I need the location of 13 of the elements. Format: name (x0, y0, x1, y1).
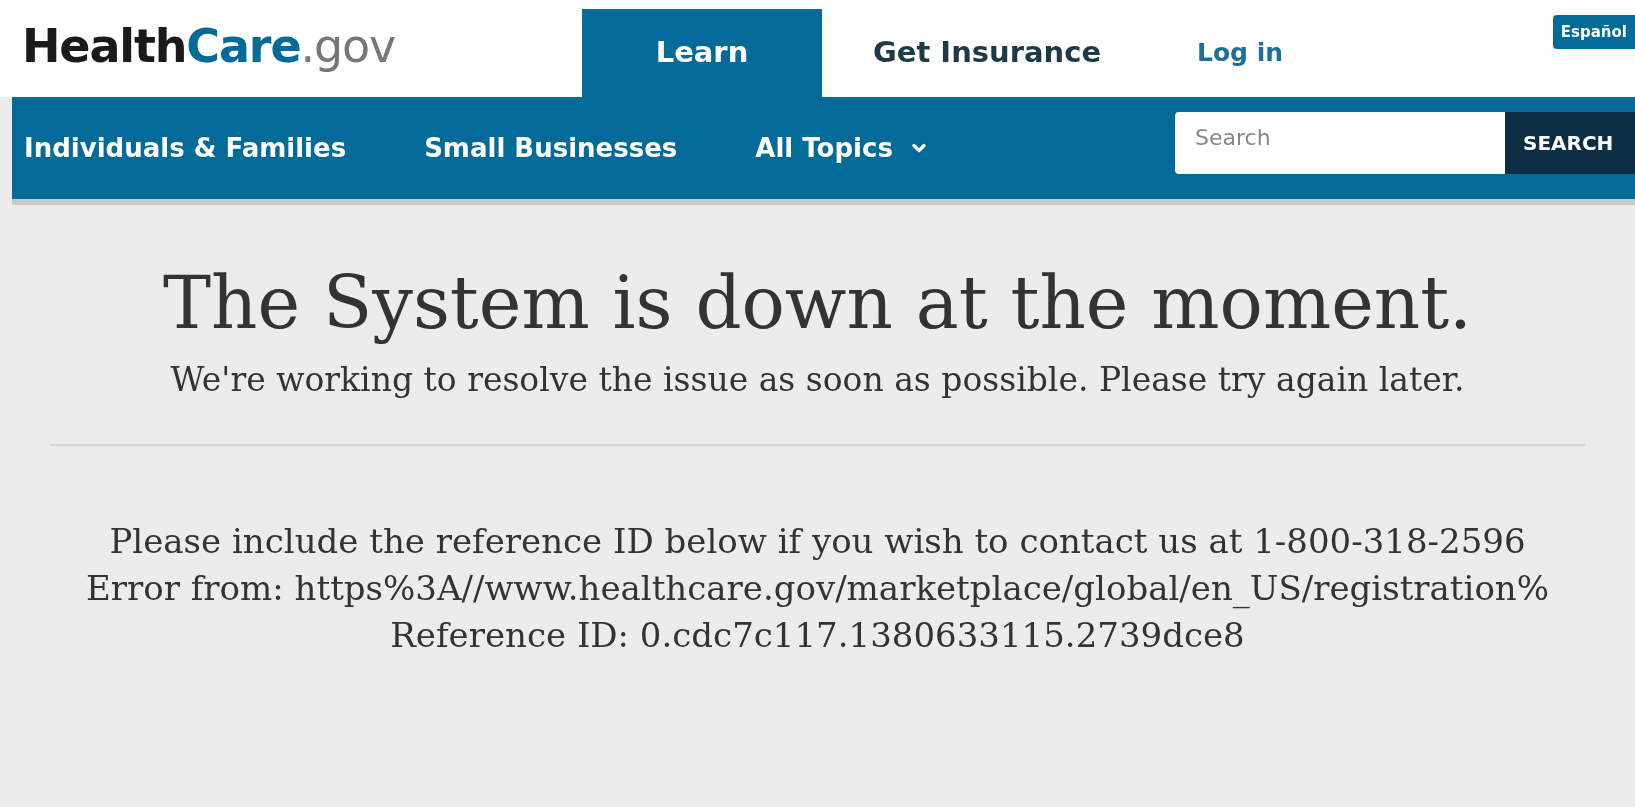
nav-tab[interactable]: Learn (582, 9, 822, 97)
nav-link[interactable]: Small Businesses (424, 128, 678, 168)
login-link[interactable]: Log in (1197, 33, 1427, 71)
error-subtitle: We're working to resolve the issue as soon as possible. Please try again later. (170, 358, 1465, 401)
search-button[interactable]: SEARCH (1505, 112, 1635, 174)
nav-link[interactable]: Individuals & Families (24, 128, 347, 168)
error-detail: Error from: https%3A//www.healthcare.gov/marketplace/global/en_US/registration% (85, 567, 1550, 611)
error-title: The System is down at the moment. (162, 260, 1473, 347)
nav-link[interactable]: All Topics (755, 128, 929, 168)
language-button[interactable]: Español (1552, 14, 1635, 49)
error-detail: Reference ID: 0.cdc7c117.1380633115.2739dce8 (390, 614, 1245, 658)
search-field[interactable]: Search (1175, 112, 1505, 174)
error-detail: Please include the reference ID below if you wish to contact us at 1-800-318-2596 (109, 520, 1526, 564)
